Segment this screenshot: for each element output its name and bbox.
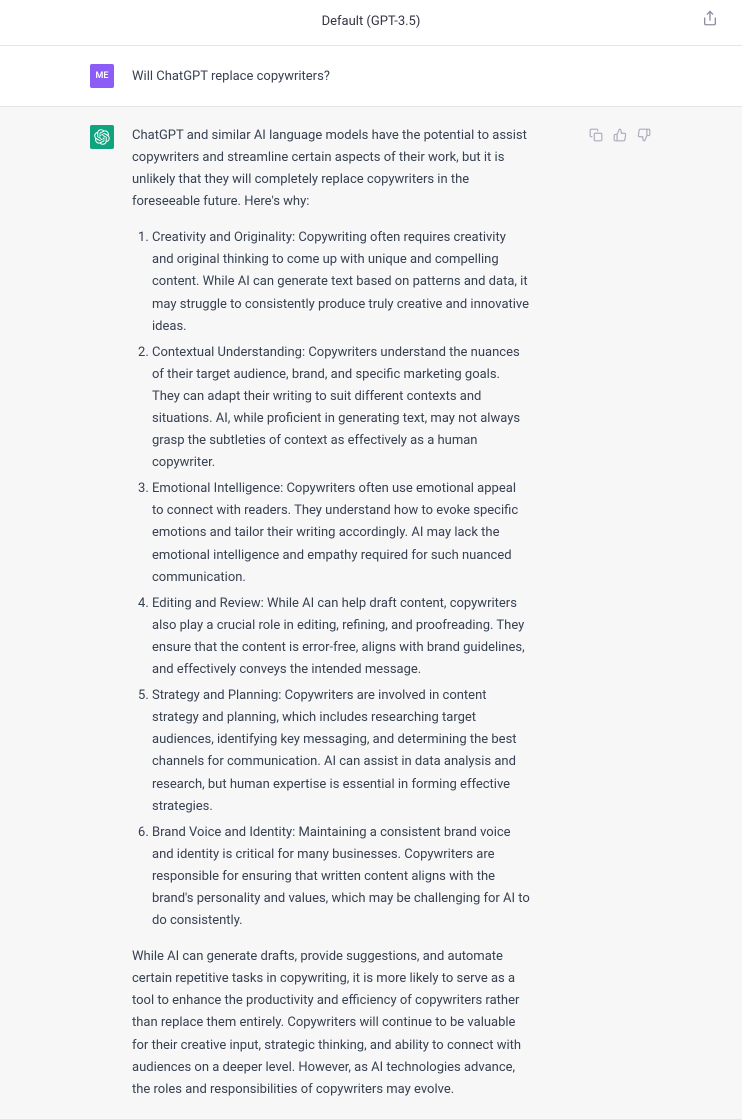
copy-icon[interactable] <box>588 127 604 143</box>
assistant-message-row: ChatGPT and similar AI language models h… <box>0 107 742 1120</box>
model-title: Default (GPT-3.5) <box>322 12 421 33</box>
thumbs-down-icon[interactable] <box>636 127 652 143</box>
list-item: Contextual Understanding: Copywriters un… <box>152 342 530 475</box>
message-actions <box>588 125 652 1101</box>
share-icon[interactable] <box>702 10 718 34</box>
user-message-row: ME Will ChatGPT replace copywriters? <box>0 46 742 107</box>
user-avatar: ME <box>90 64 114 88</box>
list-item: Editing and Review: While AI can help dr… <box>152 593 530 681</box>
list-item: Creativity and Originality: Copywriting … <box>152 227 530 337</box>
assistant-conclusion-text: While AI can generate drafts, provide su… <box>132 946 530 1101</box>
list-item: Brand Voice and Identity: Maintaining a … <box>152 822 530 932</box>
user-message-content: Will ChatGPT replace copywriters? <box>132 64 652 88</box>
list-item: Strategy and Planning: Copywriters are i… <box>152 685 530 818</box>
assistant-points-list: Creativity and Originality: Copywriting … <box>132 227 530 932</box>
thumbs-up-icon[interactable] <box>612 127 628 143</box>
assistant-message-content: ChatGPT and similar AI language models h… <box>132 125 570 1101</box>
assistant-intro-text: ChatGPT and similar AI language models h… <box>132 125 530 213</box>
user-avatar-text: ME <box>96 69 109 83</box>
assistant-avatar <box>90 125 114 149</box>
conversation-header: Default (GPT-3.5) <box>0 0 742 46</box>
user-message-text: Will ChatGPT replace copywriters? <box>132 69 330 84</box>
list-item: Emotional Intelligence: Copywriters ofte… <box>152 478 530 588</box>
